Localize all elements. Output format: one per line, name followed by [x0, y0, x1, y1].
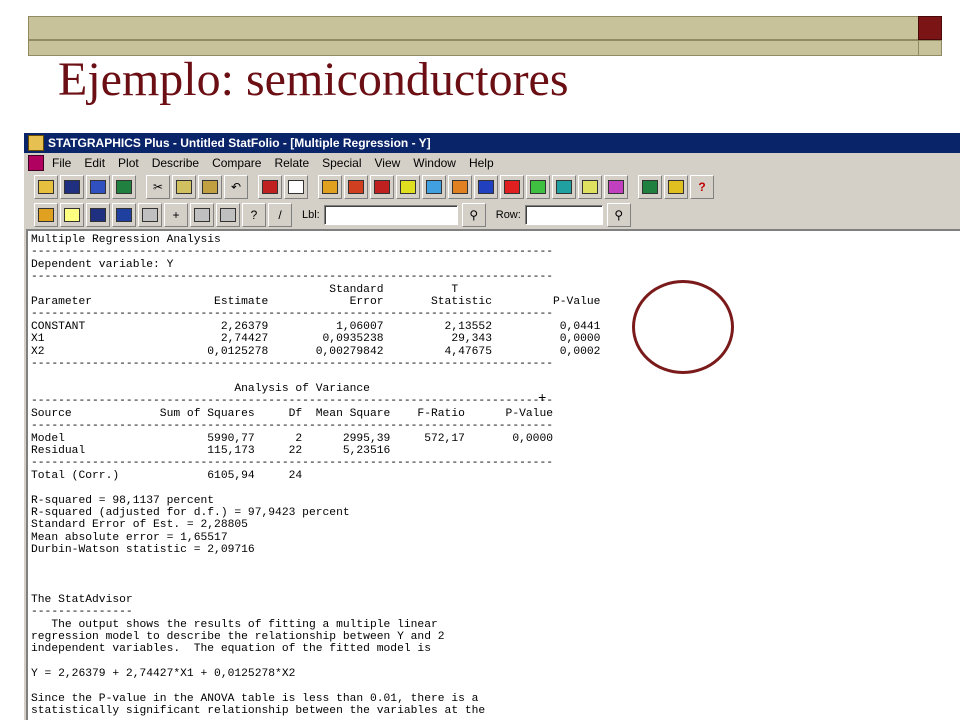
- calculator-icon[interactable]: [112, 175, 136, 199]
- menu-file[interactable]: File: [52, 156, 71, 170]
- graphical-options-icon[interactable]: [86, 203, 110, 227]
- analysis-output-text: Multiple Regression Analysis -----------…: [31, 234, 601, 718]
- lbl-label: Lbl:: [302, 209, 320, 221]
- menu-special[interactable]: Special: [322, 156, 361, 170]
- menu-plot[interactable]: Plot: [118, 156, 139, 170]
- cut-icon[interactable]: ✂: [146, 175, 170, 199]
- pane-options-icon[interactable]: +: [164, 203, 188, 227]
- save-results-icon[interactable]: [112, 203, 136, 227]
- analysis-output-pane[interactable]: Multiple Regression Analysis -----------…: [26, 229, 960, 720]
- open-folder-icon[interactable]: [34, 175, 58, 199]
- slide-header-bar: [28, 16, 920, 40]
- distribution-icon[interactable]: [500, 175, 524, 199]
- histogram-icon[interactable]: [370, 175, 394, 199]
- regression-plot-icon[interactable]: [422, 175, 446, 199]
- slide-header-square: [918, 40, 942, 56]
- input-dialog-icon[interactable]: [34, 203, 58, 227]
- slide-title: Ejemplo: semiconductores: [58, 53, 569, 106]
- row-label: Row:: [495, 209, 521, 221]
- menu-window[interactable]: Window: [413, 156, 456, 170]
- line-tool-icon[interactable]: /: [268, 203, 292, 227]
- menu-describe[interactable]: Describe: [152, 156, 199, 170]
- lbl-find-icon[interactable]: ⚲: [461, 203, 486, 227]
- main-toolbar: ✂ ↶ ?: [24, 173, 960, 201]
- analysis-options-icon[interactable]: [138, 203, 162, 227]
- query-icon[interactable]: ?: [242, 203, 266, 227]
- slide-header-accent-square: [918, 16, 942, 40]
- spreadsheet-icon[interactable]: [86, 175, 110, 199]
- statadvisor-icon[interactable]: [638, 175, 662, 199]
- help-icon[interactable]: ?: [690, 175, 714, 199]
- row-input[interactable]: [524, 205, 603, 225]
- window-title: STATGRAPHICS Plus - Untitled StatFolio -…: [48, 136, 431, 150]
- row-find-icon[interactable]: ⚲: [606, 203, 631, 227]
- p-value-highlight-circle: [632, 280, 734, 374]
- menu-view[interactable]: View: [374, 156, 400, 170]
- line-chart-icon[interactable]: [526, 175, 550, 199]
- app-icon: [28, 135, 44, 151]
- xy-plot-icon[interactable]: [396, 175, 420, 199]
- matrix-plot-icon[interactable]: [448, 175, 472, 199]
- menu-edit[interactable]: Edit: [84, 156, 105, 170]
- save-icon[interactable]: [60, 175, 84, 199]
- paste-icon[interactable]: [198, 175, 222, 199]
- statwizard-icon[interactable]: [664, 175, 688, 199]
- menu-compare[interactable]: Compare: [212, 156, 261, 170]
- lbl-input[interactable]: [323, 205, 458, 225]
- globe-icon[interactable]: [552, 175, 576, 199]
- print-preview-icon[interactable]: [284, 175, 308, 199]
- analysis-toolbar: + ? / Lbl: ⚲ Row: ⚲: [24, 201, 960, 229]
- crosshair-cursor: +: [538, 391, 547, 407]
- grid-icon[interactable]: [216, 203, 240, 227]
- menu-bar: File Edit Plot Describe Compare Relate S…: [24, 153, 960, 173]
- box-plot-icon[interactable]: [344, 175, 368, 199]
- document-icon[interactable]: [28, 155, 44, 171]
- menu-relate[interactable]: Relate: [274, 156, 309, 170]
- undo-icon[interactable]: ↶: [224, 175, 248, 199]
- print-icon[interactable]: [258, 175, 282, 199]
- copy-icon[interactable]: [172, 175, 196, 199]
- window-titlebar[interactable]: STATGRAPHICS Plus - Untitled StatFolio -…: [24, 133, 960, 153]
- scatter-plot-icon[interactable]: [318, 175, 342, 199]
- time-series-icon[interactable]: [474, 175, 498, 199]
- tabular-options-icon[interactable]: [60, 203, 84, 227]
- glm-icon[interactable]: [604, 175, 628, 199]
- exclude-icon[interactable]: [190, 203, 214, 227]
- statgraphics-window: STATGRAPHICS Plus - Untitled StatFolio -…: [22, 133, 960, 720]
- tree-icon[interactable]: [578, 175, 602, 199]
- menu-help[interactable]: Help: [469, 156, 494, 170]
